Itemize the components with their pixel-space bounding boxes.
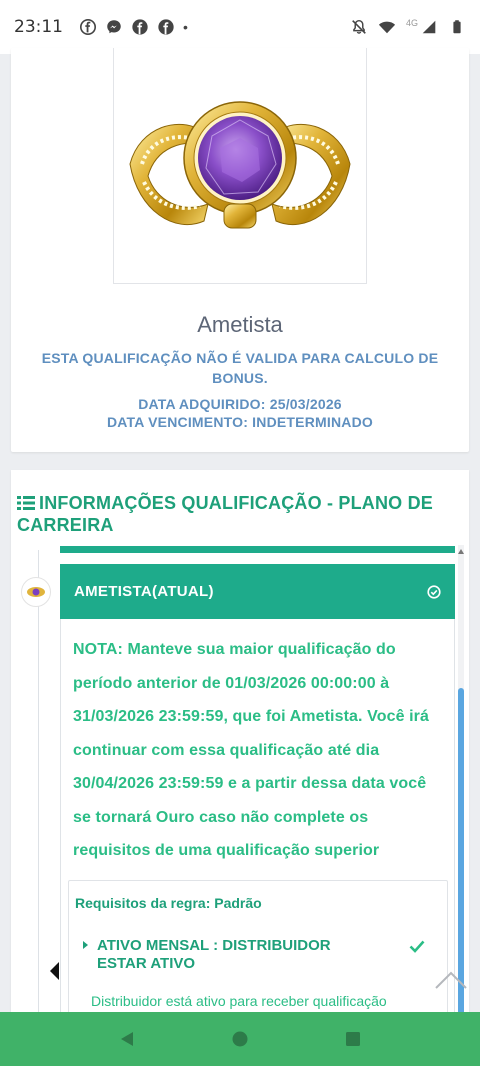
facebook-icon [157,18,175,36]
qualification-note: NOTA: Manteve sua maior qualificação do … [73,641,429,859]
acquired-date: DATA ADQUIRIDO: 25/03/2026 [138,396,342,412]
career-section-title: INFORMAÇÕES QUALIFICAÇÃO - PLANO DE CARR… [17,492,457,536]
scrollbar-thumb[interactable] [458,688,464,1015]
back-to-top-icon[interactable] [434,968,468,992]
home-icon[interactable] [229,1028,251,1050]
bell-muted-icon [350,18,368,36]
facebook-icon [131,18,149,36]
back-icon[interactable] [116,1028,138,1050]
qualification-card: Ametista ESTA QUALIFICAÇÃO NÃO É VALIDA … [11,48,469,452]
caret-right-icon [83,941,88,949]
collapse-left-arrow-icon[interactable] [50,962,59,980]
current-level-header[interactable]: AMETISTA(ATUAL) [60,564,455,619]
scroll-up-arrow-icon[interactable] [458,548,464,556]
career-info-card: INFORMAÇÕES QUALIFICAÇÃO - PLANO DE CARR… [11,470,469,1030]
notification-dot: • [183,19,188,35]
requirement-description: Distribuidor está ativo para receber qua… [91,993,387,1009]
current-level-panel: NOTA: Manteve sua maior qualificação do … [60,619,455,1030]
status-bar: 23:11 • 4G [0,0,480,54]
battery-icon [448,18,466,36]
requirement-item-label: ATIVO MENSAL : DISTRIBUIDOR ESTAR ATIVO [97,937,331,972]
list-icon [17,496,35,510]
requirement-item[interactable]: ATIVO MENSAL : DISTRIBUIDOR ESTAR ATIVO [83,937,367,973]
amethyst-gem-icon [21,577,51,607]
recents-icon[interactable] [342,1028,364,1050]
android-nav-bar [0,1012,480,1066]
timeline-top-bar [60,546,455,553]
checkmark-icon [409,940,425,953]
requirements-box: Requisitos da regra: Padrão ATIVO MENSAL… [68,880,448,1030]
facebook-icon [79,18,97,36]
requirements-title: Requisitos da regra: Padrão [75,895,262,911]
career-section-title-text: INFORMAÇÕES QUALIFICAÇÃO - PLANO DE CARR… [17,493,433,535]
amethyst-ring-image [129,100,351,228]
qualification-warning: ESTA QUALIFICAÇÃO NÃO É VALIDA PARA CALC… [41,350,439,386]
check-circle-icon [427,584,441,599]
qualification-dates: DATA ADQUIRIDO: 25/03/2026 DATA VENCIMEN… [11,395,469,431]
status-time: 23:11 [14,17,63,37]
current-level-label: AMETISTA(ATUAL) [74,583,214,600]
signal-icon [420,18,438,36]
network-type-label: 4G [405,18,418,28]
qualification-name: Ametista [197,312,283,337]
qualification-image-frame [113,48,367,284]
expiry-date: DATA VENCIMENTO: INDETERMINADO [106,414,374,430]
messenger-icon [105,18,123,36]
timeline-line [38,550,39,1030]
wifi-icon [378,18,396,36]
